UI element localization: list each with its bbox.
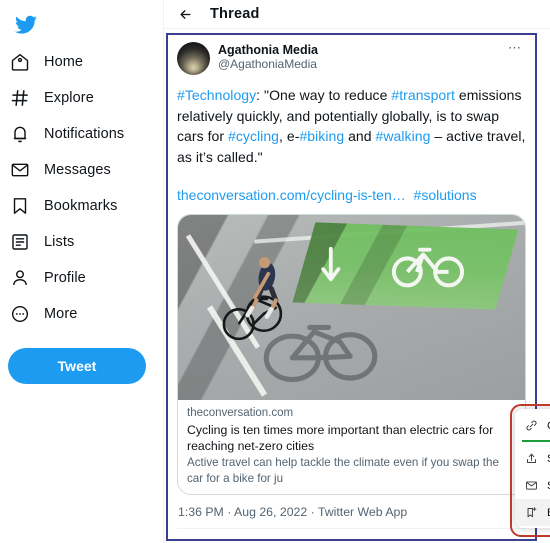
sidebar-item-home[interactable]: Home — [0, 44, 163, 80]
sidebar-item-label: Messages — [44, 162, 111, 178]
sidebar-item-label: More — [44, 306, 78, 322]
author-names[interactable]: Agathonia Media @AgathoniaMedia — [218, 42, 500, 72]
hashtag-icon — [9, 87, 31, 109]
twitter-thread-screen: Home Explore Notifications Messages Book… — [0, 0, 550, 543]
link-preview-card[interactable]: theconversation.com Cycling is ten times… — [177, 214, 526, 495]
thread-header: Thread — [164, 0, 550, 29]
twitter-bird-icon — [15, 15, 37, 34]
hashtag-walking[interactable]: #walking — [376, 128, 431, 144]
share-upload-icon — [524, 452, 538, 466]
page-title: Thread — [210, 6, 260, 22]
sidebar-item-bookmarks[interactable]: Bookmarks — [0, 188, 163, 224]
bike-lane-glyph — [391, 247, 464, 288]
main-column: Thread Agathonia Media @AgathoniaMedia ⋯… — [163, 0, 550, 543]
tweet-text-seg: : "One way to reduce — [256, 87, 392, 103]
bookmark-icon — [9, 195, 31, 217]
sidebar-item-label: Lists — [44, 234, 75, 250]
envelope-icon — [9, 159, 31, 181]
tweet-timestamp: 1:36 PM · Aug 26, 2022 · Twitter Web App — [178, 505, 408, 519]
stat-quote-tweets[interactable]: 1 Quote Tweet — [257, 537, 337, 539]
envelope-icon — [524, 479, 538, 493]
sidebar-item-more[interactable]: More — [0, 296, 163, 332]
sidebar-item-lists[interactable]: Lists — [0, 224, 163, 260]
sidebar-item-messages[interactable]: Messages — [0, 152, 163, 188]
tweet-author-row: Agathonia Media @AgathoniaMedia ⋯ — [177, 41, 526, 75]
sidebar-item-label: Home — [44, 54, 84, 70]
preview-description: Active travel can help tackle the climat… — [187, 456, 499, 485]
sidebar-item-notifications[interactable]: Notifications — [0, 116, 163, 152]
tweet-stats-row: 2 Retweets 1 Quote Tweet 2 Likes — [177, 529, 526, 539]
home-icon — [9, 51, 31, 73]
hashtag-cycling[interactable]: #cycling — [228, 128, 279, 144]
hashtag-solutions[interactable]: #solutions — [414, 187, 477, 203]
link-preview-meta: theconversation.com Cycling is ten times… — [178, 400, 525, 494]
hashtag-technology[interactable]: #Technology — [177, 87, 256, 103]
menu-item-share-tweet-via[interactable]: Share Tweet via … — [515, 445, 550, 472]
sidebar-item-profile[interactable]: Profile — [0, 260, 163, 296]
cyclist-on-green-bike-lane-photo — [178, 215, 525, 400]
copy-link-highlight-underline — [522, 440, 550, 442]
bookmark-plus-icon — [524, 506, 538, 520]
menu-item-bookmark[interactable]: Bookmark — [515, 499, 550, 526]
hashtag-biking[interactable]: #biking — [299, 128, 344, 144]
author-handle: @AgathoniaMedia — [218, 57, 317, 71]
tweet-link-row: theconversation.com/cycling-is-ten… #sol… — [177, 185, 526, 205]
sidebar-item-explore[interactable]: Explore — [0, 80, 163, 116]
hashtag-transport[interactable]: #transport — [391, 87, 455, 103]
preview-title: Cycling is ten times more important than… — [187, 423, 494, 453]
cyclist-shadow — [264, 324, 378, 383]
compose-tweet-button[interactable]: Tweet — [8, 348, 146, 384]
twitter-logo[interactable] — [4, 6, 48, 44]
tweet-body-text: #Technology: "One way to reduce #transpo… — [177, 85, 526, 167]
avatar[interactable] — [177, 42, 210, 75]
author-display-name: Agathonia Media — [218, 43, 319, 57]
bell-icon — [9, 123, 31, 145]
preview-domain: theconversation.com — [187, 407, 294, 419]
link-icon — [524, 419, 538, 433]
sidebar-item-label: Bookmarks — [44, 198, 118, 214]
back-arrow-icon[interactable] — [177, 6, 193, 22]
more-horizontal-icon[interactable]: ⋯ — [508, 41, 526, 54]
tweet-detail-card: Agathonia Media @AgathoniaMedia ⋯ #Techn… — [166, 33, 537, 541]
menu-item-send-via-dm[interactable]: Send via Direct Message — [515, 472, 550, 499]
tweet-text-seg: and — [344, 128, 376, 144]
list-icon — [9, 231, 31, 253]
share-context-menu: Copy link to Tweet Share Tweet via … — [515, 409, 550, 528]
sidebar-item-label: Profile — [44, 270, 86, 286]
article-link[interactable]: theconversation.com/cycling-is-ten… — [177, 187, 406, 203]
sidebar-item-label: Explore — [44, 90, 94, 106]
sidebar-nav: Home Explore Notifications Messages Book… — [0, 0, 163, 543]
tweet-text-seg: , e- — [279, 128, 300, 144]
menu-item-copy-link[interactable]: Copy link to Tweet — [515, 412, 550, 439]
stat-likes[interactable]: 2 Likes — [353, 537, 392, 539]
stat-retweets[interactable]: 2 Retweets — [178, 537, 240, 539]
sidebar-item-label: Notifications — [44, 126, 125, 142]
lane-arrow-glyph — [321, 246, 341, 281]
person-icon — [9, 267, 31, 289]
more-circle-icon — [9, 303, 31, 325]
